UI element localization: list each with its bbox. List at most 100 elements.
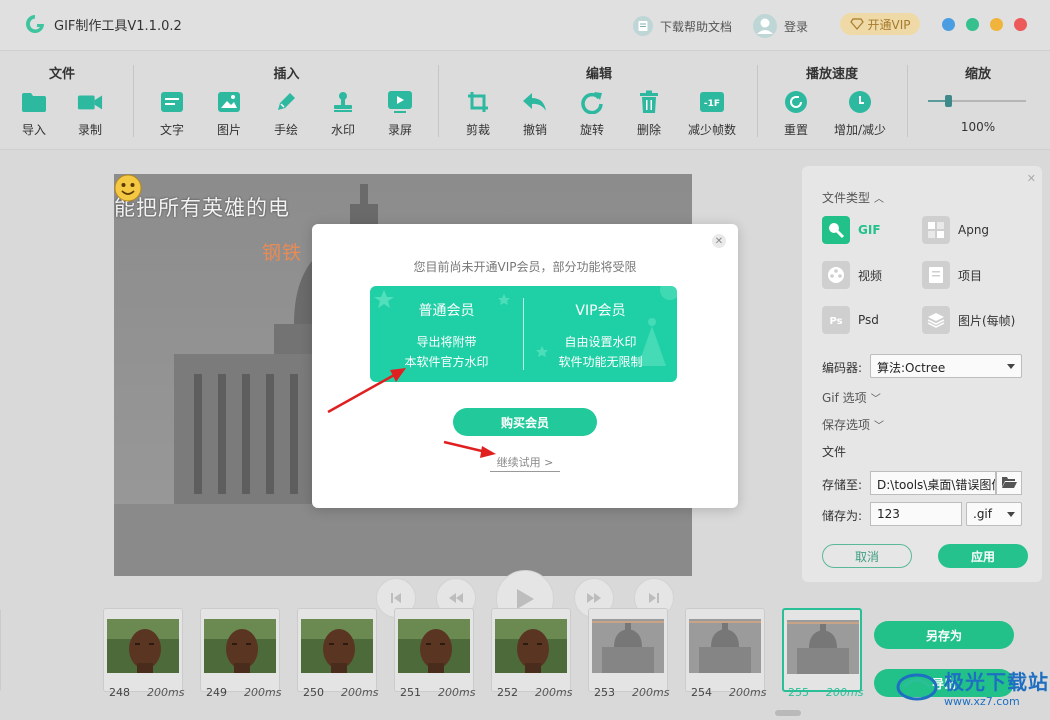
file-type-video[interactable]: 视频	[822, 261, 882, 289]
smiley-emoji-icon[interactable]	[114, 174, 142, 202]
frame-thumbnail[interactable]	[685, 608, 765, 692]
file-type-images[interactable]: 图片(每帧)	[922, 306, 1015, 334]
reduce-frames-button[interactable]: -1F 减少帧数	[684, 89, 740, 138]
login-link[interactable]: 登录	[752, 13, 808, 39]
encoder-select[interactable]: 算法:Octree	[870, 354, 1022, 378]
film-reel-icon	[822, 261, 850, 289]
portrait-thumbnail-image	[398, 619, 470, 673]
frame-thumbnail[interactable]	[297, 608, 377, 692]
building-thumbnail-image	[689, 619, 761, 673]
portrait-thumbnail-image	[204, 619, 276, 673]
subtitle-text-2: 钢铁	[262, 242, 303, 264]
psd-icon: Ps	[822, 306, 850, 334]
chevron-down-icon: ﹀	[870, 394, 881, 405]
buy-membership-button[interactable]: 购买会员	[453, 408, 597, 436]
normal-member-line1: 导出将附带	[416, 335, 477, 349]
maximize-button[interactable]	[990, 18, 1003, 31]
file-type-project[interactable]: 项目	[922, 261, 982, 289]
dialog-close-button[interactable]: ✕	[712, 234, 726, 248]
file-type-apng[interactable]: Apng	[922, 216, 989, 244]
reset-icon	[783, 89, 809, 115]
timeline-scrollbar[interactable]	[775, 710, 801, 716]
folder-icon	[21, 89, 47, 115]
frame-thumbnail[interactable]	[200, 608, 280, 692]
frame-thumbnail[interactable]	[491, 608, 571, 692]
skin-icon[interactable]	[942, 18, 955, 31]
vip-member-title: VIP会员	[575, 303, 626, 319]
watermark-tool-button[interactable]: 水印	[315, 89, 371, 138]
login-label: 登录	[784, 19, 809, 34]
frame-number: 255	[788, 686, 809, 699]
file-name-input[interactable]: 123	[870, 502, 962, 526]
crop-button[interactable]: 剪裁	[450, 89, 506, 138]
portrait-thumbnail-image	[107, 619, 179, 673]
open-vip-label: 开通VIP	[867, 17, 911, 32]
undo-button[interactable]: 撤销	[507, 89, 563, 138]
close-window-button[interactable]	[1014, 18, 1027, 31]
minimize-button[interactable]	[966, 18, 979, 31]
file-type-psd[interactable]: Ps Psd	[822, 306, 879, 334]
frame-thumbnail[interactable]	[782, 608, 862, 692]
frame-number: 254	[691, 686, 712, 699]
frame-thumbnail[interactable]	[394, 608, 474, 692]
frame-thumbnail[interactable]	[588, 608, 668, 692]
toolbar-group-speed: 播放速度 重置 增加/减少	[768, 51, 896, 151]
pencil-icon	[273, 89, 299, 115]
video-camera-icon	[77, 89, 103, 115]
zoom-slider[interactable]	[928, 95, 1026, 107]
help-doc-link[interactable]: 下载帮助文档	[632, 15, 732, 37]
save-as-label: 储存为:	[822, 509, 863, 523]
app-title: GIF制作工具V1.1.0.2	[54, 19, 182, 34]
import-button[interactable]: 导入	[6, 89, 62, 138]
normal-member-line2: 本软件官方水印	[404, 355, 489, 369]
frame-timeline[interactable]: 200ms 248 200ms 249 200ms 250 200ms 251 200ms 252…	[0, 598, 863, 704]
gif-options-toggle[interactable]: Gif 选项 ﹀	[822, 389, 881, 406]
vip-upgrade-dialog: ✕ 您目前尚未开通VIP会员，部分功能将受限 普通会员 导出将附带 本软件官方水…	[312, 224, 738, 508]
text-icon	[159, 89, 185, 115]
save-options-toggle[interactable]: 保存选项 ﹀	[822, 416, 884, 433]
undo-icon	[522, 89, 548, 115]
trash-icon	[636, 89, 662, 115]
apply-button[interactable]: 应用	[938, 544, 1028, 568]
save-path-input[interactable]: D:\tools\桌面\错误图像	[870, 471, 996, 495]
draw-tool-button[interactable]: 手绘	[258, 89, 314, 138]
group-title: 文件	[48, 67, 75, 82]
vip-member-column: VIP会员 自由设置水印 软件功能无限制	[524, 286, 677, 382]
normal-member-column: 普通会员 导出将附带 本软件官方水印	[370, 286, 523, 382]
encoder-label: 编码器:	[822, 361, 863, 375]
cancel-button[interactable]: 取消	[822, 544, 912, 568]
file-type-gif[interactable]: GIF	[822, 216, 881, 244]
record-button[interactable]: 录制	[62, 89, 118, 138]
frame-thumbnail[interactable]	[103, 608, 183, 692]
text-tool-button[interactable]: 文字	[144, 89, 200, 138]
frame-duration: 200ms	[341, 686, 379, 699]
screen-record-button[interactable]: 录屏	[372, 89, 428, 138]
browse-folder-button[interactable]	[996, 471, 1022, 495]
continue-trial-link[interactable]: 继续试用 >	[490, 454, 560, 472]
frame-duration: 200ms	[147, 686, 185, 699]
help-doc-label: 下载帮助文档	[660, 19, 733, 34]
zoom-slider-thumb[interactable]	[944, 95, 952, 107]
rotate-button[interactable]: 旋转	[564, 89, 620, 138]
reset-speed-button[interactable]: 重置	[768, 89, 824, 138]
vip-notice-message: 您目前尚未开通VIP会员，部分功能将受限	[413, 260, 637, 274]
rotate-icon	[579, 89, 605, 115]
frame-number: 249	[206, 686, 227, 699]
layers-icon	[922, 306, 950, 334]
open-vip-button[interactable]: 开通VIP	[840, 13, 920, 35]
image-tool-button[interactable]: 图片	[201, 89, 257, 138]
toolbar-group-edit: 编辑 剪裁 撤销 旋转 删除 -1F 减少帧数	[450, 51, 748, 151]
frame-number: 250	[303, 686, 324, 699]
save-as-button[interactable]: 另存为	[874, 621, 1014, 649]
frame-number: 253	[594, 686, 615, 699]
frame-duration: 200ms	[535, 686, 573, 699]
site-watermark: 极光下载站 www.xz7.com	[896, 666, 1049, 708]
delete-button[interactable]: 删除	[621, 89, 677, 138]
project-icon	[922, 261, 950, 289]
adjust-speed-button[interactable]: 增加/减少	[832, 89, 888, 138]
extension-select[interactable]: .gif	[966, 502, 1022, 526]
frame-thumbnail[interactable]	[0, 608, 1, 692]
frame-number: 248	[109, 686, 130, 699]
file-type-header[interactable]: 文件类型 ︿	[822, 189, 884, 206]
panel-close-icon[interactable]: ✕	[1027, 172, 1036, 185]
